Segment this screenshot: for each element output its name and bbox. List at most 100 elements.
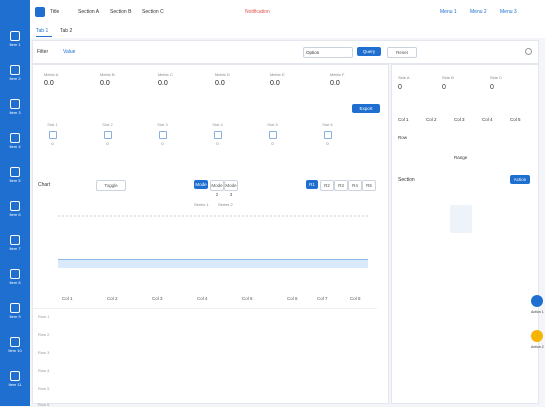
range-button-4[interactable]: R4 [348, 180, 362, 191]
side-kpi: Side C 0 [490, 75, 530, 91]
stat-label: Stat 1 [47, 122, 58, 127]
alert-text[interactable]: Notification [245, 9, 270, 15]
tab-2[interactable]: Tab 2 [60, 28, 72, 34]
stat-value: 0 [326, 141, 329, 146]
range-button-5[interactable]: R5 [362, 180, 376, 191]
kpi-card: Metric B 0.0 [100, 72, 155, 94]
reset-button[interactable]: Reset [387, 47, 417, 58]
top-menu-item[interactable]: Menu 1 [440, 9, 457, 15]
sidebar-item-1[interactable]: Item 1 [3, 28, 27, 52]
empty-state-icon [450, 205, 472, 233]
kpi-value: 0.0 [215, 80, 225, 87]
filter-bar: Filter Value Option Query Reset [32, 40, 539, 64]
filter-value[interactable]: Value [63, 49, 75, 55]
nav-icon [10, 99, 20, 109]
right-panel: Side A 0 Side B 0 Side C 0 Col 1 Col 2 Col … [391, 64, 539, 404]
table-header: Col 5 [242, 296, 253, 301]
table-cell: Row 4 [38, 368, 50, 373]
sidebar-item-6[interactable]: Item 6 [3, 198, 27, 222]
nav-icon [10, 201, 20, 211]
kpi-value: 0.0 [330, 80, 340, 87]
top-menu-item[interactable]: Menu 2 [470, 9, 487, 15]
sidebar-item-10[interactable]: Item 10 [3, 334, 27, 358]
legend-item: Series 1 [194, 202, 209, 207]
kpi-value: 0.0 [270, 80, 280, 87]
sidebar-item-label: Item 8 [9, 280, 21, 285]
query-button[interactable]: Query [357, 47, 381, 56]
breadcrumb-item[interactable]: Section A [78, 9, 99, 15]
breadcrumb-item[interactable]: Section C [142, 9, 164, 15]
kpi-value: 0.0 [100, 80, 110, 87]
side-kpi-label: Side C [490, 75, 503, 80]
side-kpi-value: 0 [442, 84, 446, 91]
filter-select[interactable]: Option [303, 47, 353, 58]
stat-value: 0 [106, 141, 109, 146]
chart-title: Chart [38, 182, 51, 188]
side-tab[interactable]: Col 1 [398, 117, 409, 122]
nav-icon [10, 167, 20, 177]
range-button-3[interactable]: R3 [334, 180, 348, 191]
sidebar-item-5[interactable]: Item 5 [3, 164, 27, 188]
kpi-card: Metric A 0.0 [44, 72, 99, 94]
search-icon[interactable] [525, 48, 532, 55]
sidebar-item-9[interactable]: Item 9 [3, 300, 27, 324]
side-tab[interactable]: Col 5 [510, 117, 521, 122]
stat-icon [158, 131, 167, 139]
sidebar-item-8[interactable]: Item 8 [3, 266, 27, 290]
sidebar-item-11[interactable]: Item 11 [3, 368, 27, 392]
table-header: Col 6 [287, 296, 298, 301]
table-header: Col 1 [62, 296, 73, 301]
sidebar-item-7[interactable]: Item 7 [3, 232, 27, 256]
mode-button-3[interactable]: Mode 3 [224, 180, 238, 197]
floating-action-icon[interactable] [531, 295, 543, 307]
range-button-2[interactable]: R2 [320, 180, 334, 191]
stat-item: Stat 3 0 [140, 122, 185, 152]
table-cell: Row 5 [38, 386, 50, 391]
chart-area [58, 215, 368, 268]
breadcrumb-item[interactable]: Section B [110, 9, 131, 15]
nav-icon [10, 133, 20, 143]
sidebar-item-label: Item 2 [9, 76, 21, 81]
stat-value: 0 [216, 141, 219, 146]
filter-label: Filter [37, 49, 49, 55]
fab-label: Action 2 [531, 345, 544, 349]
mode-button-2[interactable]: Mode 2 [210, 180, 224, 197]
sidebar-item-3[interactable]: Item 3 [3, 96, 27, 120]
export-button[interactable]: Export [352, 104, 380, 113]
sidebar-item-label: Item 6 [9, 212, 21, 217]
side-tab[interactable]: Col 4 [482, 117, 493, 122]
kpi-label: Metric B [100, 72, 115, 77]
sidebar-item-4[interactable]: Item 4 [3, 130, 27, 154]
legend-item: Series 2 [218, 202, 233, 207]
sidebar-item-2[interactable]: Item 2 [3, 62, 27, 86]
mode-button-1[interactable]: Mode 1 [194, 180, 208, 196]
side-row-label: Row [398, 135, 408, 140]
table-header: Col 4 [197, 296, 208, 301]
table-header: Col 8 [350, 296, 361, 301]
action-button[interactable]: Action [510, 175, 530, 184]
table-divider [32, 308, 377, 309]
table-header: Col 3 [152, 296, 163, 301]
sidebar-item-label: Item 7 [9, 246, 21, 251]
stat-label: Stat 6 [322, 122, 333, 127]
kpi-label: Metric F [330, 72, 345, 77]
toggle-button[interactable]: Toggle [96, 180, 126, 191]
nav-icon [10, 371, 20, 381]
side-tab[interactable]: Col 3 [454, 117, 465, 122]
tab-1[interactable]: Tab 1 [36, 28, 48, 34]
stat-icon [103, 131, 112, 139]
table-header: Col 7 [317, 296, 328, 301]
floating-help-icon[interactable] [531, 330, 543, 342]
tab-bar: Tab 1 Tab 2 [30, 24, 545, 38]
stat-label: Stat 3 [157, 122, 168, 127]
nav-icon [10, 65, 20, 75]
stat-item: Stat 2 0 [85, 122, 130, 152]
range-button-1[interactable]: R1 [306, 180, 318, 189]
side-tab[interactable]: Col 2 [426, 117, 437, 122]
top-menu-item[interactable]: Menu 3 [500, 9, 517, 15]
table-header: Col 2 [107, 296, 118, 301]
sidebar-item-label: Item 3 [9, 110, 21, 115]
kpi-label: Metric D [215, 72, 230, 77]
stat-icon [268, 131, 277, 139]
top-bar: Title Section A Section B Section C Noti… [30, 0, 545, 25]
